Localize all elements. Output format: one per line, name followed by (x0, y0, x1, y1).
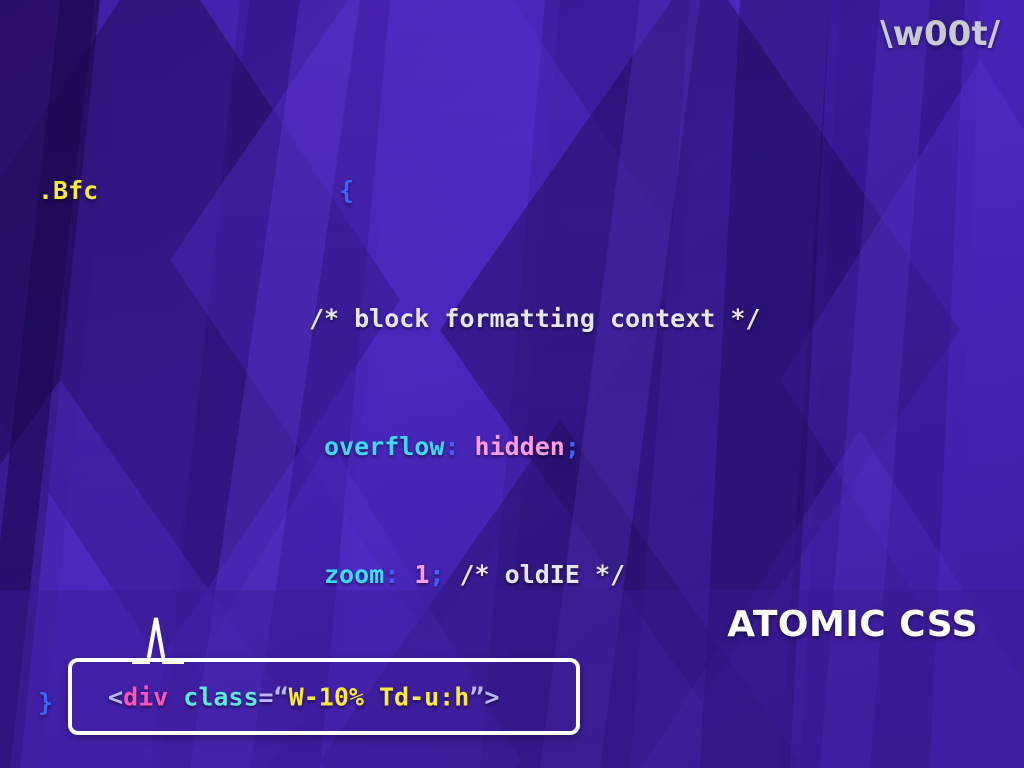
html-attribute-name: class (183, 682, 259, 711)
code-line-4: zoom: 1; /* oldIE */ (38, 559, 760, 591)
css-comment: /* block formatting context */ (308, 304, 761, 333)
colon: : (384, 560, 400, 589)
angle-bracket-open: < (108, 682, 124, 711)
html-snippet: <div class=“W-10% Td-u:h”> (108, 682, 499, 711)
html-tag-name: div (123, 682, 169, 711)
watermark-logo: \w00t/ (880, 14, 1000, 54)
css-value: 1 (399, 560, 430, 589)
code-line-3: overflow: hidden; (38, 431, 760, 463)
css-property: overflow (323, 432, 445, 461)
html-attribute-value: W-10% Td-u:h (288, 682, 470, 711)
code-line-1: .Bfc { (38, 175, 760, 207)
angle-bracket-close: > (484, 682, 500, 711)
css-selector: .Bfc (38, 176, 99, 205)
code-line-2: /* block formatting context */ (38, 303, 761, 335)
equals-sign: = (258, 682, 274, 711)
brace-close: } (38, 688, 54, 717)
css-property: zoom (323, 560, 385, 589)
brace-open: { (339, 176, 355, 205)
semicolon: ; (564, 432, 580, 461)
css-value: hidden (459, 432, 565, 461)
quote-close: ” (469, 682, 485, 711)
callout-pointer (132, 617, 184, 664)
footer-title: ATOMIC CSS (727, 604, 978, 645)
code-gap (98, 176, 339, 205)
code-callout-box: <div class=“W-10% Td-u:h”> (68, 658, 580, 735)
snippet-space (168, 682, 183, 711)
css-comment: /* oldIE */ (444, 560, 626, 589)
slide-canvas: \w00t/ .Bfc { /* block formatting contex… (0, 0, 1024, 768)
quote-open: “ (273, 682, 289, 711)
semicolon: ; (429, 560, 445, 589)
colon: : (444, 432, 460, 461)
